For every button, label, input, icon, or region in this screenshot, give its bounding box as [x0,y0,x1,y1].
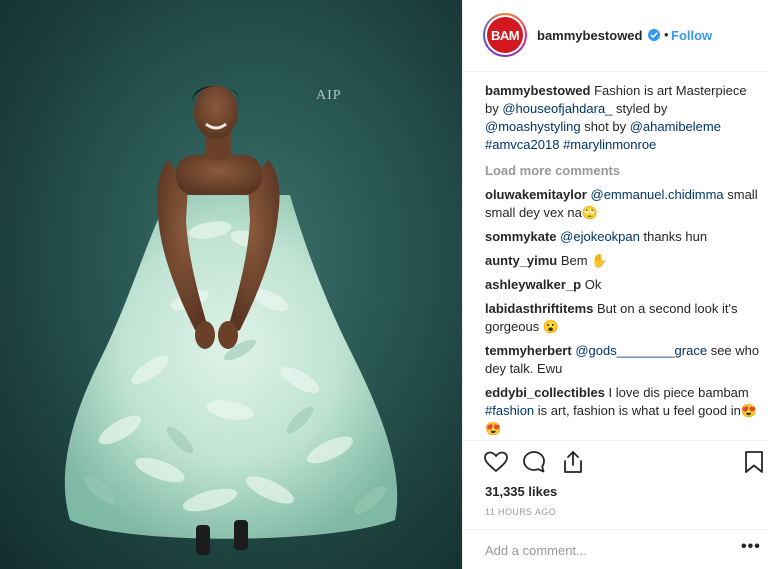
instagram-post: AIP BAM bammybestowed • Follow bammybest… [0,0,768,569]
comment-item: aunty_yimu Bem ✋ [485,252,761,270]
caption-mention[interactable]: @ahamibeleme [630,119,721,134]
post-timestamp[interactable]: 11 HOURS AGO [485,507,556,517]
comment-hashtag[interactable]: #fashion [485,403,534,418]
caption-hashtag[interactable]: #amvca2018 [485,137,559,152]
post-photo[interactable]: AIP [0,0,462,569]
add-comment-bar: ••• [463,529,768,569]
header-username[interactable]: bammybestowed [537,28,642,43]
post-side-panel: BAM bammybestowed • Follow bammybestowed… [462,0,768,569]
follow-button[interactable]: Follow [671,28,712,43]
caption-mention[interactable]: @moashystyling [485,119,581,134]
comment-text: I love dis piece bambam [604,385,749,400]
more-options-icon[interactable]: ••• [741,538,761,556]
comment-mention[interactable]: @emmanuel.chidimma [591,187,724,202]
likes-count[interactable]: 31,335 likes [485,484,557,499]
comment-username[interactable]: ashleywalker_p [485,277,581,292]
post-caption: bammybestowed Fashion is art Masterpiece… [485,82,761,154]
avatar-logo: BAM [487,17,523,53]
comment-text: Ok [581,277,602,292]
comment-item: ashleywalker_p Ok [485,276,761,294]
comment-username[interactable]: aunty_yimu [485,253,557,268]
load-more-comments-button[interactable]: Load more comments [485,162,761,180]
post-header: BAM bammybestowed • Follow [463,0,768,72]
caption-mention[interactable]: @houseofjahdara_ [502,101,612,116]
comment-username[interactable]: oluwakemitaylor [485,187,587,202]
comment-item: eddybi_collectibles I love dis piece bam… [485,384,761,438]
avatar-frame: BAM [485,15,525,55]
comment-icon[interactable] [521,449,547,475]
caption-text: shot by [580,119,630,134]
comment-text: thanks hun [639,229,708,244]
share-icon[interactable] [560,449,586,475]
comment-item: labidasthriftitems But on a second look … [485,300,761,336]
comment-username[interactable]: temmyherbert [485,343,572,358]
comment-username[interactable]: sommykate [485,229,557,244]
comment-mention[interactable]: @ejokeokpan [560,229,640,244]
photo-watermark: AIP [316,88,342,103]
comment-username[interactable]: eddybi_collectibles [485,385,605,400]
add-comment-input[interactable] [485,543,725,558]
header-separator: • [664,27,669,42]
comment-item: temmyherbert @gods________grace see who … [485,342,761,378]
comment-item: sommykate @ejokeokpan thanks hun [485,228,761,246]
comment-text: Bem ✋ [557,253,608,268]
comment-username[interactable]: labidasthriftitems [485,301,593,316]
photo-illustration [64,85,398,555]
post-actions: 31,335 likes 11 HOURS AGO ••• [463,440,768,569]
caption-text: styled by [612,101,668,116]
comments-list[interactable]: bammybestowed Fashion is art Masterpiece… [485,82,761,438]
verified-badge-icon [648,29,660,41]
bookmark-icon[interactable] [741,449,767,475]
comment-mention[interactable]: @gods________grace [575,343,707,358]
heart-icon[interactable] [483,449,509,475]
comment-item: oluwakemitaylor @emmanuel.chidimma small… [485,186,761,222]
caption-username[interactable]: bammybestowed [485,83,590,98]
avatar[interactable]: BAM [483,13,527,57]
caption-hashtag[interactable]: #marylinmonroe [563,137,656,152]
